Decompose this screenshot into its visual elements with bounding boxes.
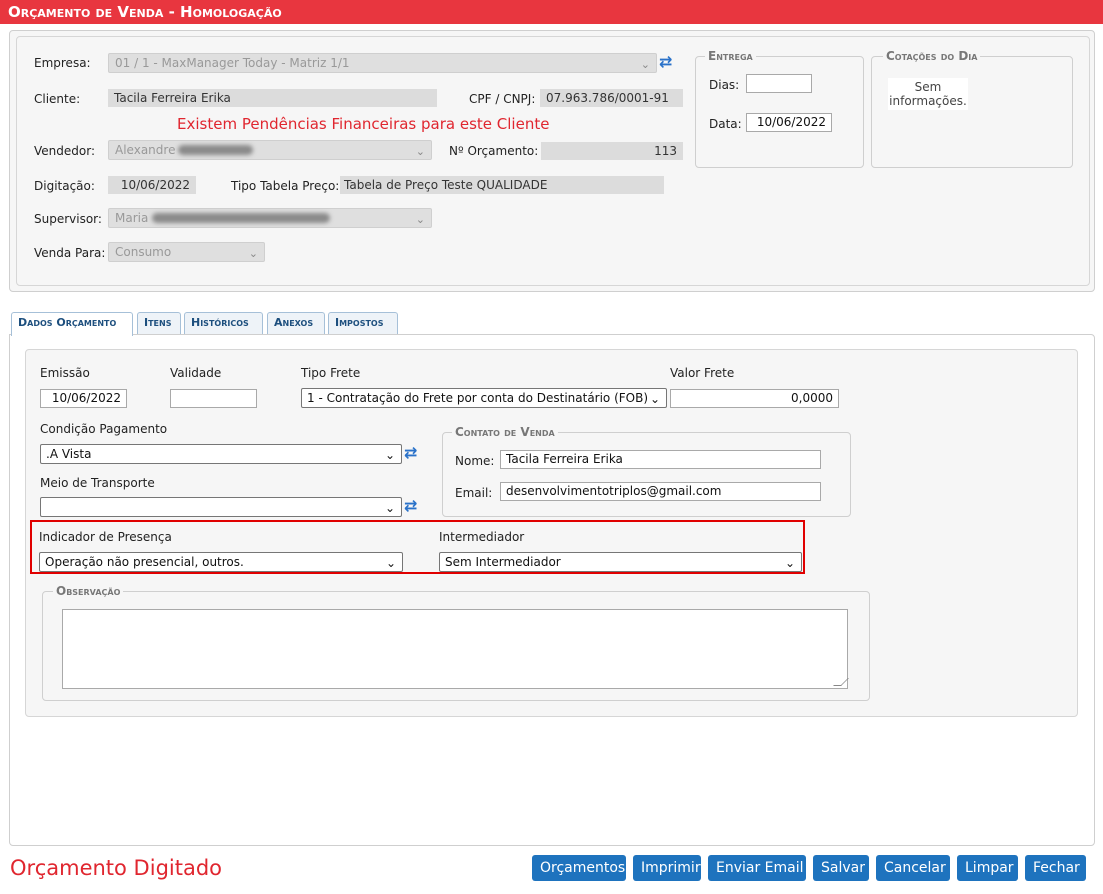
empresa-label: Empresa: [34,56,91,70]
chevron-down-icon: ⌄ [640,58,650,71]
data-input[interactable]: 10/06/2022 [746,113,832,132]
dias-input[interactable] [746,74,812,93]
vendedor-value: Alexandre [115,143,176,157]
nome-label: Nome: [455,454,495,468]
refresh-icon[interactable]: ⇄ [659,52,672,71]
validade-label: Validade [170,366,222,380]
chevron-down-icon: ⌄ [415,213,425,226]
chevron-down-icon: ⌄ [248,247,258,260]
condicao-label: Condição Pagamento [40,422,168,436]
meio-transporte-select[interactable]: ⌄ [40,497,402,517]
intermediador-value: Sem Intermediador [445,555,561,569]
tipo-frete-select[interactable]: 1 - Contratação do Frete por conta do De… [301,388,667,408]
imprimir-button[interactable]: Imprimir [633,855,701,881]
chevron-down-icon: ⌄ [649,392,660,406]
window-title: Orçamento de Venda - Homologação [0,0,1103,24]
contato-fieldset [442,432,851,517]
validade-input[interactable] [170,389,257,408]
venda-para-label: Venda Para: [34,246,106,260]
status-text: Orçamento Digitado [10,856,223,880]
chevron-down-icon: ⌄ [784,556,795,570]
pendencias-message: Existem Pendências Financeiras para este… [177,115,550,133]
indicador-select[interactable]: Operação não presencial, outros. ⌄ [39,552,403,572]
supervisor-label: Supervisor: [34,212,102,226]
indicador-label: Indicador de Presença [39,530,172,544]
dias-label: Dias: [709,78,740,92]
chevron-down-icon: ⌄ [385,556,396,570]
venda-para-select[interactable]: Consumo ⌄ [108,242,265,262]
chevron-down-icon: ⌄ [415,145,425,158]
orcamento-value: 113 [654,144,677,158]
supervisor-value: Maria [115,211,149,225]
email-label: Email: [455,486,493,500]
emissao-label: Emissão [40,366,90,380]
digitacao-label: Digitação: [34,179,95,193]
observacao-textarea[interactable] [62,609,848,689]
observacao-legend: Observação [53,584,124,598]
tipo-frete-value: 1 - Contratação do Frete por conta do De… [307,391,649,405]
empresa-value: 01 / 1 - MaxManager Today - Matriz 1/1 [115,56,350,70]
redacted-supervisor [152,213,330,223]
cotacoes-legend: Cotações do Dia [883,49,981,63]
fechar-button[interactable]: Fechar [1025,855,1086,881]
redacted-vendedor [178,145,253,155]
emissao-input[interactable]: 10/06/2022 [40,389,127,408]
valor-frete-input[interactable]: 0,0000 [670,389,839,408]
refresh-icon[interactable]: ⇄ [404,496,417,515]
refresh-icon[interactable]: ⇄ [404,443,417,462]
entrega-legend: Entrega [705,49,756,63]
orcamentos-button[interactable]: Orçamentos [532,855,626,881]
email-input[interactable]: desenvolvimentotriplos@gmail.com [500,482,821,501]
tab-itens[interactable]: Itens [137,312,181,334]
cliente-field: Tacila Ferreira Erika [108,89,437,107]
nome-input[interactable]: Tacila Ferreira Erika [500,450,821,469]
data-label: Data: [709,117,742,131]
digitacao-field: 10/06/2022 [108,176,196,194]
enviar-email-button[interactable]: Enviar Email [708,855,806,881]
meio-transporte-label: Meio de Transporte [40,476,155,490]
tab-impostos[interactable]: Impostos [328,312,398,334]
contato-legend: Contato de Venda [452,425,558,439]
entrega-fieldset [695,56,864,168]
orcamento-field: 113 [541,142,683,160]
cotacoes-fieldset [871,56,1073,168]
tab-historicos[interactable]: Históricos [184,312,263,334]
tipo-frete-label: Tipo Frete [301,366,361,380]
condicao-select[interactable]: .A Vista ⌄ [40,444,402,464]
intermediador-label: Intermediador [439,530,525,544]
empresa-select[interactable]: 01 / 1 - MaxManager Today - Matriz 1/1 ⌄ [108,53,657,73]
vendedor-label: Vendedor: [34,144,95,158]
chevron-down-icon: ⌄ [384,501,395,515]
valor-frete-label: Valor Frete [670,366,735,380]
salvar-button[interactable]: Salvar [813,855,869,881]
tab-dados-orcamento[interactable]: Dados Orçamento [11,312,133,336]
tipo-tabela-label: Tipo Tabela Preço: [231,179,340,193]
condicao-value: .A Vista [46,447,92,461]
orcamento-label: Nº Orçamento: [449,144,539,158]
tab-anexos[interactable]: Anexos [267,312,325,334]
cpf-label: CPF / CNPJ: [469,92,536,106]
chevron-down-icon: ⌄ [384,448,395,462]
venda-para-value: Consumo [115,245,172,259]
cpf-field: 07.963.786/0001-91 [540,89,683,107]
indicador-value: Operação não presencial, outros. [45,555,244,569]
cancelar-button[interactable]: Cancelar [876,855,950,881]
cliente-label: Cliente: [34,92,81,106]
cotacoes-message: Sem informações. [888,78,968,110]
limpar-button[interactable]: Limpar [957,855,1018,881]
intermediador-select[interactable]: Sem Intermediador ⌄ [439,552,802,572]
tipo-tabela-field: Tabela de Preço Teste QUALIDADE [340,176,664,194]
vendedor-select[interactable]: Alexandre ⌄ [108,140,432,160]
